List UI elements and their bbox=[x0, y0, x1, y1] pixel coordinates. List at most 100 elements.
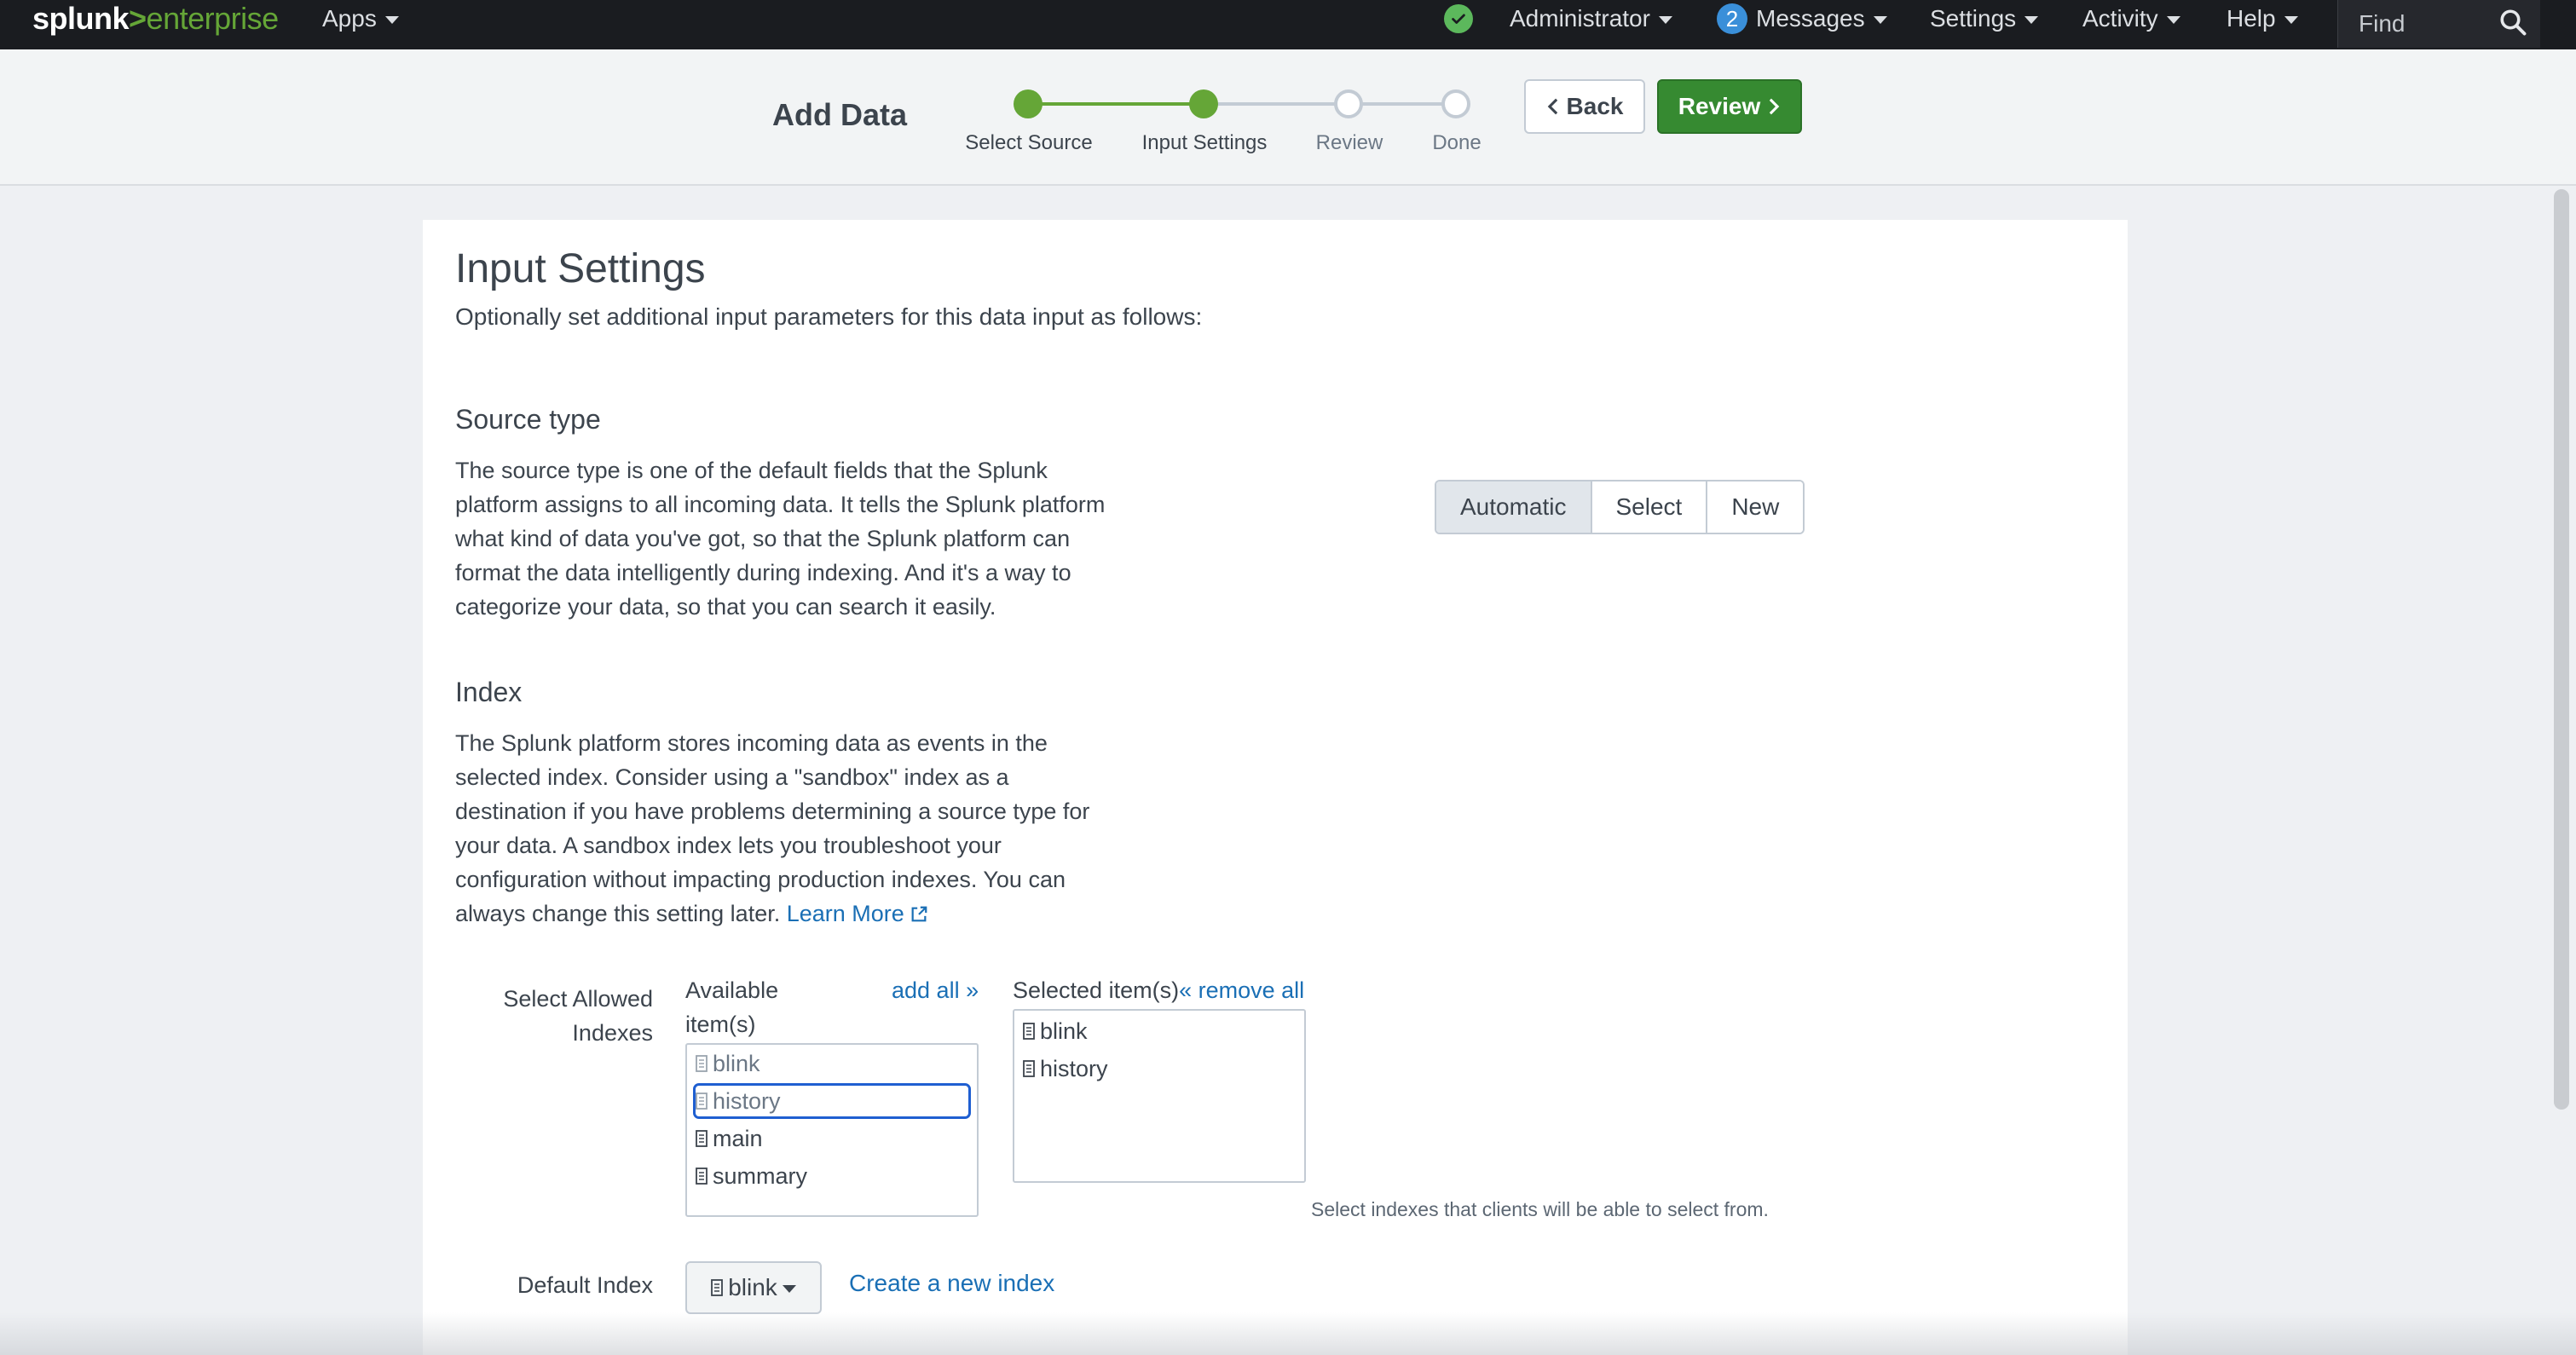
chevron-right-icon bbox=[1770, 98, 1780, 115]
search-icon[interactable] bbox=[2498, 7, 2528, 37]
source-type-heading: Source type bbox=[455, 404, 601, 435]
default-index-dropdown[interactable]: blink bbox=[685, 1261, 822, 1314]
list-item-label: main bbox=[713, 1125, 763, 1151]
list-item[interactable]: blink bbox=[1023, 1016, 1088, 1047]
source-type-line: The source type is one of the default fi… bbox=[455, 458, 1048, 483]
source-type-automatic-button[interactable]: Automatic bbox=[1436, 481, 1592, 533]
help-label: Help bbox=[2227, 5, 2276, 32]
step-connector bbox=[1204, 102, 1349, 106]
top-nav: splunk>enterprise Apps Administrator 2 M… bbox=[0, 0, 2576, 49]
health-status-icon[interactable] bbox=[1444, 4, 1473, 33]
chevron-down-icon bbox=[384, 15, 399, 24]
step-review-label: Review bbox=[1315, 131, 1383, 154]
create-new-index-link[interactable]: Create a new index bbox=[849, 1270, 1054, 1297]
step-connector bbox=[1349, 102, 1456, 106]
apps-label: Apps bbox=[322, 5, 377, 32]
document-icon bbox=[696, 1130, 708, 1147]
selected-items-label: Selected item(s) bbox=[1013, 977, 1180, 1003]
step-review-dot bbox=[1334, 89, 1363, 118]
source-type-description: The source type is one of the default fi… bbox=[455, 453, 1137, 624]
activity-menu[interactable]: Activity bbox=[2082, 0, 2180, 37]
messages-count-badge: 2 bbox=[1717, 3, 1747, 34]
review-label: Review bbox=[1678, 93, 1761, 119]
settings-label: Settings bbox=[1930, 5, 2017, 32]
list-item-label: history bbox=[1040, 1055, 1108, 1081]
source-type-line: categorize your data, so that you can se… bbox=[455, 594, 996, 620]
chevron-down-icon bbox=[1658, 15, 1672, 24]
review-button[interactable]: Review bbox=[1657, 79, 1802, 134]
back-label: Back bbox=[1566, 93, 1624, 119]
index-heading: Index bbox=[455, 677, 523, 707]
page-scrollbar[interactable] bbox=[2554, 189, 2569, 1110]
step-done-label: Done bbox=[1432, 131, 1481, 154]
allowed-indexes-help-text: Select indexes that clients will be able… bbox=[1311, 1198, 1769, 1220]
source-type-toggle: Automatic Select New bbox=[1435, 480, 1805, 534]
index-line: destination if you have problems determi… bbox=[455, 799, 1090, 824]
settings-menu[interactable]: Settings bbox=[1930, 0, 2039, 37]
index-description: The Splunk platform stores incoming data… bbox=[455, 726, 1137, 931]
allowed-indexes-label-line: Indexes bbox=[572, 1020, 653, 1046]
chevron-down-icon bbox=[1873, 15, 1887, 24]
chevron-left-icon bbox=[1547, 98, 1557, 115]
source-type-select-button[interactable]: Select bbox=[1591, 481, 1708, 533]
external-link-icon[interactable] bbox=[910, 905, 928, 924]
document-icon bbox=[1023, 1023, 1035, 1040]
apps-menu[interactable]: Apps bbox=[322, 0, 399, 37]
allowed-indexes-label: Select Allowed Indexes bbox=[477, 982, 653, 1050]
default-index-value: blink bbox=[728, 1274, 777, 1300]
remove-all-link[interactable]: « remove all bbox=[1179, 977, 1304, 1003]
index-line: configuration without impacting producti… bbox=[455, 867, 1066, 892]
list-item[interactable]: main bbox=[696, 1123, 763, 1154]
learn-more-link[interactable]: Learn More bbox=[787, 901, 904, 926]
index-line: your data. A sandbox index lets you trou… bbox=[455, 833, 1002, 858]
add-all-link[interactable]: add all » bbox=[892, 973, 979, 1007]
allowed-indexes-label-line: Select Allowed bbox=[503, 986, 653, 1012]
selected-items-heading: Selected item(s)« remove all bbox=[1013, 973, 1304, 1007]
document-icon bbox=[696, 1168, 708, 1185]
default-index-label: Default Index bbox=[517, 1272, 653, 1298]
activity-label: Activity bbox=[2082, 5, 2158, 32]
administrator-label: Administrator bbox=[1510, 5, 1650, 32]
document-icon bbox=[1023, 1060, 1035, 1077]
help-menu[interactable]: Help bbox=[2227, 0, 2298, 37]
chevron-down-icon bbox=[782, 1284, 796, 1293]
find-placeholder: Find bbox=[2359, 10, 2406, 37]
messages-label: Messages bbox=[1756, 5, 1865, 32]
document-icon bbox=[696, 1093, 708, 1110]
check-icon bbox=[1452, 14, 1465, 24]
list-item[interactable]: history bbox=[693, 1083, 971, 1119]
list-item-label: history bbox=[713, 1087, 781, 1114]
find-input[interactable]: Find bbox=[2337, 0, 2540, 48]
chevron-down-icon bbox=[2166, 15, 2180, 24]
splunk-logo[interactable]: splunk>enterprise bbox=[32, 0, 279, 37]
available-items-heading: Available item(s) bbox=[685, 973, 778, 1041]
list-item[interactable]: history bbox=[1023, 1053, 1108, 1084]
selected-items-list[interactable]: blink history bbox=[1013, 1009, 1306, 1183]
available-items-heading-line: Available bbox=[685, 977, 779, 1003]
chevron-down-icon bbox=[2024, 15, 2039, 24]
list-item-label: blink bbox=[1040, 1018, 1088, 1044]
document-icon bbox=[696, 1055, 708, 1072]
available-items-list[interactable]: blink history main summary bbox=[685, 1043, 979, 1217]
document-icon bbox=[711, 1279, 724, 1296]
step-select-source-label: Select Source bbox=[965, 131, 1093, 154]
section-subtitle: Optionally set additional input paramete… bbox=[455, 303, 1203, 330]
index-line: The Splunk platform stores incoming data… bbox=[455, 730, 1048, 756]
index-last-line: always change this setting later. bbox=[455, 901, 781, 926]
add-data-header: Add Data Select Source Input Settings Re… bbox=[0, 49, 2576, 186]
back-button[interactable]: Back bbox=[1524, 79, 1645, 134]
step-input-settings-label: Input Settings bbox=[1141, 131, 1268, 154]
index-line: always change this setting later. Learn … bbox=[455, 897, 1137, 931]
step-done-dot bbox=[1441, 89, 1470, 118]
messages-menu[interactable]: 2 Messages bbox=[1717, 0, 1887, 37]
chevron-down-icon bbox=[2284, 15, 2298, 24]
source-type-line: format the data intelligently during ind… bbox=[455, 560, 1071, 585]
list-item[interactable]: blink bbox=[696, 1048, 760, 1079]
logo-splunk: splunk bbox=[32, 1, 130, 36]
source-type-new-button[interactable]: New bbox=[1707, 481, 1804, 533]
section-title: Input Settings bbox=[455, 246, 706, 291]
administrator-menu[interactable]: Administrator bbox=[1510, 0, 1672, 37]
step-input-settings-dot bbox=[1189, 89, 1218, 118]
source-type-line: what kind of data you've got, so that th… bbox=[455, 526, 1071, 551]
list-item[interactable]: summary bbox=[696, 1161, 807, 1191]
